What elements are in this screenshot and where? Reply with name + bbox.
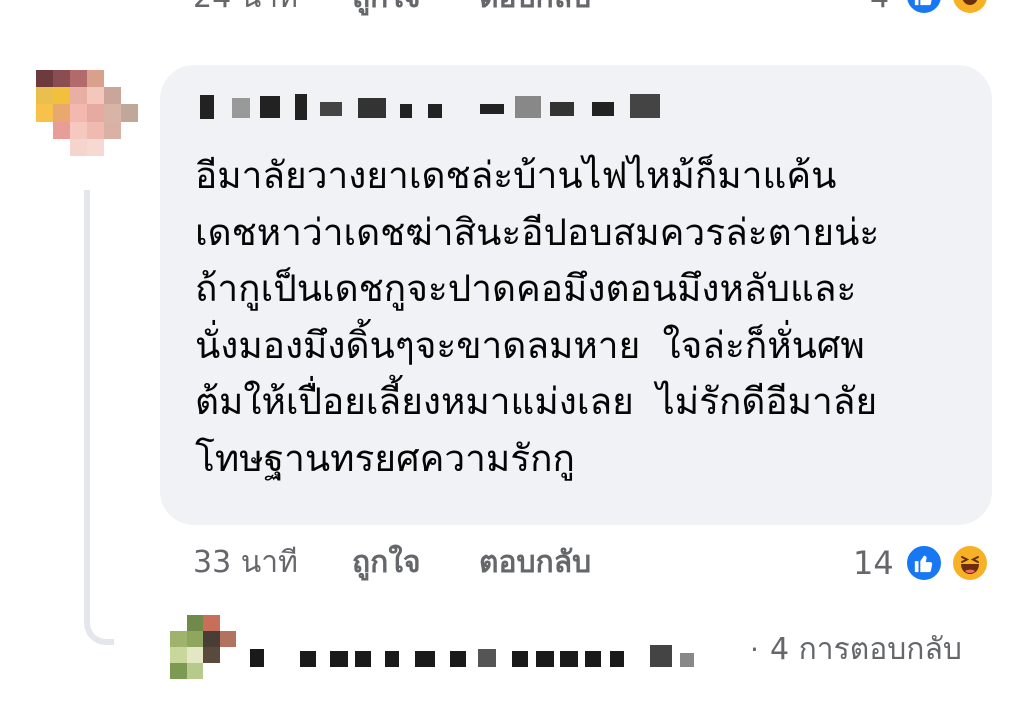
comment-text: อีมาลัยวางยาเดชล่ะบ้านไฟไหม้ก็มาแค้น เดช… xyxy=(195,148,975,487)
comment-actions: 33 นาที ถูกใจ ตอบกลับ 14 xyxy=(0,540,1024,586)
like-icon[interactable] xyxy=(904,543,944,583)
haha-icon[interactable] xyxy=(950,543,990,583)
redacted-reply-author[interactable] xyxy=(250,645,710,669)
comment-timestamp[interactable]: 33 นาที xyxy=(193,540,298,586)
like-icon xyxy=(904,0,944,16)
comment-line: โทษฐานทรยศความรักกู xyxy=(195,436,575,480)
reply-button[interactable]: ตอบกลับ xyxy=(479,540,591,586)
reaction-count[interactable]: 14 xyxy=(853,540,894,586)
reply-separator-dot: · xyxy=(750,633,759,666)
previous-comment-actions: 24 นาที ถูกใจ ตอบกลับ 4 xyxy=(0,0,1024,18)
redacted-author-name[interactable] xyxy=(200,90,700,126)
comment-line: ถ้ากูเป็นเดชกูจะปาดคอมึงตอนมึงหลับและ xyxy=(195,267,857,310)
like-button[interactable]: ถูกใจ xyxy=(352,540,421,586)
previous-comment-time: 24 นาที xyxy=(193,0,298,18)
comment-line: อีมาลัยวางยาเดชล่ะบ้านไฟไหม้ก็มาแค้น xyxy=(195,154,837,197)
commenter-avatar[interactable] xyxy=(36,70,138,156)
comment-line: ต้มให้เปื่อยเลี้ยงหมาแม่งเลย ไม่รักดีอีม… xyxy=(195,380,878,423)
comment-line: นั่งมองมึงดิ้นๆจะขาดลมหาย ใจล่ะก็หั่นศพ xyxy=(195,323,865,367)
view-replies-link[interactable]: 4 การตอบกลับ xyxy=(770,630,962,670)
previous-reaction-count[interactable]: 4 xyxy=(870,0,889,18)
previous-like-button[interactable]: ถูกใจ xyxy=(352,0,421,18)
comment-line: เดชหาว่าเดชฆ่าสินะอีปอบสมควรล่ะตายน่ะ xyxy=(195,210,880,254)
reply-avatar[interactable] xyxy=(170,615,236,679)
haha-icon xyxy=(950,0,990,16)
previous-reply-button[interactable]: ตอบกลับ xyxy=(479,0,591,18)
